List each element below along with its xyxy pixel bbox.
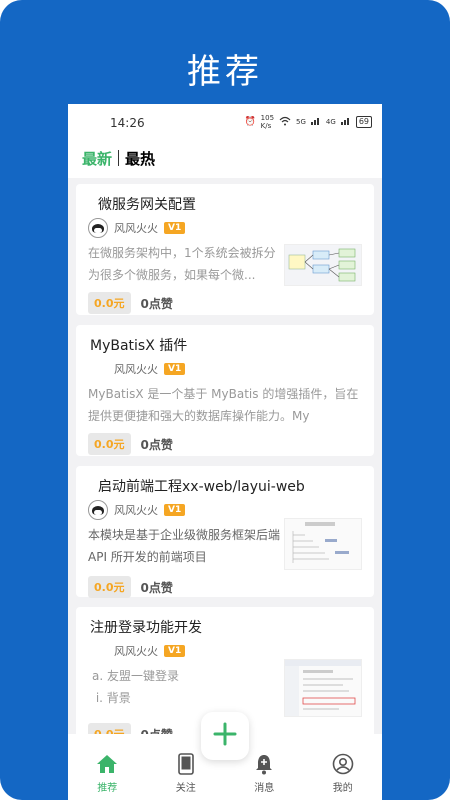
bell-icon bbox=[253, 753, 275, 775]
nav-item-follow[interactable]: 关注 bbox=[156, 753, 216, 794]
like-count[interactable]: 0点赞 bbox=[141, 436, 173, 453]
article-footer: 0.0元 0点赞 bbox=[88, 433, 362, 455]
article-summary: MyBatisX 是一个基于 MyBatis 的增强插件，旨在提供更便捷和强大的… bbox=[88, 387, 359, 423]
price-tag: 0.0元 bbox=[88, 576, 131, 598]
article-body: a. 友盟一键登录 i. 背景 bbox=[88, 659, 362, 717]
like-count[interactable]: 0点赞 bbox=[141, 579, 173, 596]
like-count[interactable]: 0点赞 bbox=[141, 295, 173, 312]
article-card[interactable]: 微服务网关配置 风风火火 V1 在微服务架构中，1个系统会被拆分为很多个微服务，… bbox=[76, 184, 374, 315]
create-post-button[interactable] bbox=[201, 712, 249, 760]
article-title: MyBatisX 插件 bbox=[90, 338, 188, 354]
avatar[interactable] bbox=[88, 500, 108, 520]
page-hero-title: 推荐 bbox=[187, 52, 263, 92]
phone-screen: 14:26 ⏰ 105 K/s 5G 4G 69 最新 最热 微服务网关配置 风… bbox=[68, 104, 382, 800]
author-row: 风风火火 V1 bbox=[88, 500, 362, 520]
article-title: 微服务网关配置 bbox=[98, 197, 196, 213]
tab-latest[interactable]: 最新 bbox=[82, 148, 112, 169]
article-thumbnail bbox=[284, 659, 362, 717]
article-thumbnail bbox=[284, 518, 362, 570]
tab-hottest[interactable]: 最热 bbox=[125, 148, 155, 169]
article-summary: 本模块是基于企业级微服务框架后端 API 所开发的前端项目 bbox=[88, 528, 280, 564]
nav-item-profile[interactable]: 我的 bbox=[313, 753, 373, 794]
author-row: 风风火火 V1 bbox=[88, 218, 362, 238]
article-title: 注册登录功能开发 bbox=[90, 620, 202, 636]
status-time: 14:26 bbox=[110, 116, 145, 130]
feed-tabs: 最新 最热 bbox=[68, 138, 382, 178]
article-body: 本模块是基于企业级微服务框架后端 API 所开发的前端项目 bbox=[88, 518, 362, 570]
avatar[interactable] bbox=[88, 218, 108, 238]
home-icon bbox=[96, 753, 118, 775]
author-name[interactable]: 风风火火 bbox=[114, 643, 158, 659]
price-tag: 0.0元 bbox=[88, 292, 131, 314]
net-speed: 105 K/s bbox=[260, 114, 275, 130]
tab-divider bbox=[118, 150, 120, 166]
article-list: 微服务网关配置 风风火火 V1 在微服务架构中，1个系统会被拆分为很多个微服务，… bbox=[68, 178, 382, 745]
nav-label: 我的 bbox=[332, 783, 353, 794]
level-badge: V1 bbox=[164, 363, 186, 375]
article-footer: 0.0元 0点赞 bbox=[88, 576, 362, 598]
profile-icon bbox=[332, 753, 354, 775]
battery-icon: 69 bbox=[355, 116, 372, 128]
author-name[interactable]: 风风火火 bbox=[114, 220, 158, 236]
nav-item-recommend[interactable]: 推荐 bbox=[77, 753, 137, 794]
nav-label: 消息 bbox=[254, 783, 275, 794]
article-summary: a. 友盟一键登录 i. 背景 bbox=[92, 669, 179, 705]
article-card[interactable]: MyBatisX 插件 风风火火 V1 MyBatisX 是一个基于 MyBat… bbox=[76, 325, 374, 456]
price-tag: 0.0元 bbox=[88, 433, 131, 455]
wifi-icon bbox=[279, 116, 291, 129]
author-row: 风风火火 V1 bbox=[88, 359, 362, 379]
article-body: MyBatisX 是一个基于 MyBatis 的增强插件，旨在提供更便捷和强大的… bbox=[88, 383, 362, 427]
article-thumbnail bbox=[284, 244, 362, 286]
level-badge: V1 bbox=[164, 222, 186, 234]
status-icons: ⏰ 105 K/s 5G 4G 69 bbox=[244, 114, 372, 130]
article-card[interactable]: 启动前端工程xx-web/layui-web 风风火火 V1 本模块是基于企业级… bbox=[76, 466, 374, 598]
article-title: 启动前端工程xx-web/layui-web bbox=[98, 479, 305, 495]
signal-4g: 4G bbox=[325, 118, 336, 126]
alarm-icon: ⏰ bbox=[244, 117, 256, 127]
plus-icon bbox=[213, 722, 237, 750]
phone-icon bbox=[175, 753, 197, 775]
article-footer: 0.0元 0点赞 bbox=[88, 292, 362, 314]
nav-label: 关注 bbox=[175, 783, 196, 794]
author-name[interactable]: 风风火火 bbox=[114, 502, 158, 518]
author-name[interactable]: 风风火火 bbox=[114, 361, 158, 377]
level-badge: V1 bbox=[164, 645, 186, 657]
article-summary: 在微服务架构中，1个系统会被拆分为很多个微服务，如果每个微... bbox=[88, 246, 276, 282]
signal-5g: 5G bbox=[296, 118, 306, 126]
nav-label: 推荐 bbox=[97, 783, 118, 794]
status-bar: 14:26 ⏰ 105 K/s 5G 4G 69 bbox=[68, 104, 382, 138]
nav-item-messages[interactable]: 消息 bbox=[234, 753, 294, 794]
level-badge: V1 bbox=[164, 504, 186, 516]
signal-icon bbox=[340, 116, 351, 128]
author-row: 风风火火 V1 bbox=[88, 641, 362, 661]
article-body: 在微服务架构中，1个系统会被拆分为很多个微服务，如果每个微... bbox=[88, 242, 362, 286]
signal-icon bbox=[310, 116, 321, 128]
